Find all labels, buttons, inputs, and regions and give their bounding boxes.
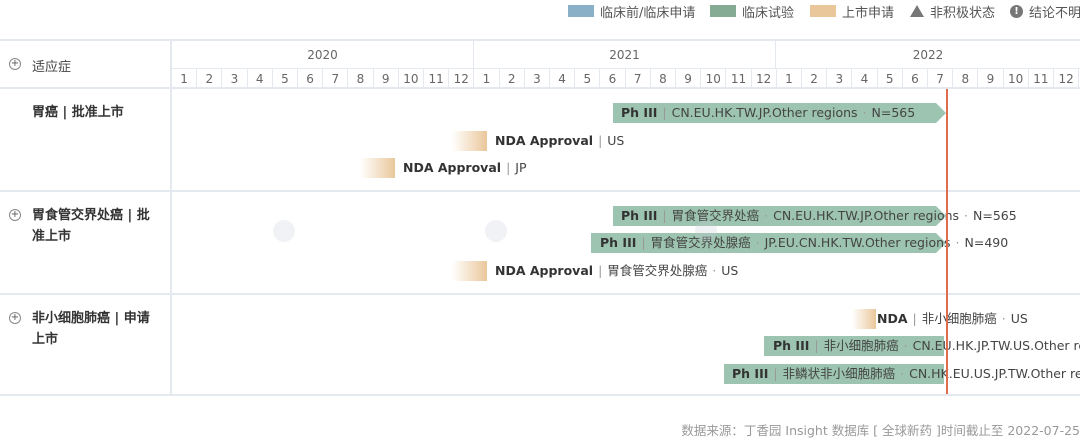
year-label: 2020 — [172, 41, 474, 69]
approval-label[interactable]: NDA Approval | 胃食管交界处腺癌 · US — [495, 261, 738, 281]
month-label: 6 — [600, 69, 626, 89]
month-label: 11 — [424, 69, 450, 89]
trial-label[interactable]: Ph III | 非鳞状非小细胞肺癌 · CN.HK.EU.US.JP.TW.Other… — [732, 364, 1080, 384]
data-source-note: 数据来源：丁香园 Insight 数据库 [ 全球新药 ]时间截止至 2022-… — [681, 423, 1080, 438]
watermark-logo-icon — [485, 220, 507, 242]
month-label: 4 — [852, 69, 878, 89]
month-label: 10 — [399, 69, 424, 89]
indication-section: + 非小细胞肺癌 | 申请上市 NDA | 非小细胞肺癌 · US Ph III | 非小细… — [0, 295, 1080, 396]
approval-label[interactable]: NDA Approval | JP — [403, 158, 527, 178]
today-line — [946, 89, 948, 394]
month-label: 1 — [777, 69, 802, 89]
watermark-logo-icon — [273, 220, 295, 242]
month-label: 6 — [298, 69, 324, 89]
listing-marker[interactable] — [452, 131, 487, 151]
month-label: 11 — [726, 69, 752, 89]
month-label: 9 — [374, 69, 399, 89]
month-label: 4 — [248, 69, 273, 89]
month-label: 8 — [651, 69, 676, 89]
month-label: 12 — [449, 69, 475, 89]
month-label: 9 — [676, 69, 702, 89]
legend-item-inactive[interactable]: 非积极状态 — [910, 3, 996, 21]
legend-label: 临床试验 — [742, 5, 795, 21]
month-label: 3 — [525, 69, 550, 89]
indication-label[interactable]: 非小细胞肺癌 | 申请上市 — [32, 308, 154, 350]
legend-label: 临床前/临床申请 — [600, 5, 696, 21]
month-axis: 1 2 3 4 5 6 7 8 9 10 11 12 1 2 3 4 5 6 7 8 9 10 11 12 1 2 3 4 5 6 7 8 9 1… — [172, 69, 1080, 89]
month-label: 7 — [323, 69, 349, 89]
exclamation-icon: ! — [1010, 4, 1023, 18]
indication-section: + 胃食管交界处癌 | 批准上市 Ph III | 胃食管交界处癌 · CN.EU.HK… — [0, 192, 1080, 295]
month-label: 1 — [474, 69, 500, 89]
month-label: 4 — [550, 69, 576, 89]
trial-label[interactable]: Ph III | 胃食管交界处癌 · CN.EU.HK.TW.JP.Other regi… — [621, 206, 1017, 226]
listing-marker[interactable] — [452, 261, 487, 281]
watermark-logo-icon — [695, 220, 717, 242]
month-label: 10 — [1004, 69, 1029, 89]
legend-label: 结论不明 — [1029, 5, 1080, 21]
month-label: 8 — [953, 69, 979, 89]
swatch-listing-icon — [810, 5, 836, 17]
month-label: 6 — [903, 69, 928, 89]
legend-item-unclear[interactable]: ! 结论不明 — [1010, 3, 1080, 21]
month-label: 9 — [978, 69, 1004, 89]
listing-marker[interactable] — [852, 309, 876, 329]
month-label: 2 — [500, 69, 525, 89]
listing-marker[interactable] — [360, 158, 395, 178]
year-label: 2022 — [912, 48, 944, 62]
trial-label[interactable]: Ph III | 非小细胞肺癌 · CN.EU.HK.JP.TW.US.Other re — [773, 336, 1080, 356]
bar-arrow-icon — [936, 103, 946, 123]
legend-label: 非积极状态 — [930, 5, 996, 21]
expand-icon[interactable]: + — [9, 209, 21, 221]
month-label: 5 — [273, 69, 298, 89]
approval-label[interactable]: NDA Approval | US — [495, 131, 624, 151]
year-axis: 2020 2021 2022 — [172, 41, 1080, 69]
month-label: 1 — [172, 69, 198, 89]
nda-label[interactable]: NDA | 非小细胞肺癌 · US — [877, 309, 1028, 329]
legend-item-clinical[interactable]: 临床试验 — [710, 3, 795, 21]
month-label: 12 — [1054, 69, 1080, 89]
legend: 临床前/临床申请 临床试验 上市申请 非积极状态 ! 结论不明 — [0, 0, 1080, 24]
expand-icon[interactable]: + — [9, 312, 21, 324]
month-label: 5 — [575, 69, 601, 89]
month-label: 3 — [827, 69, 853, 89]
trial-label[interactable]: Ph III | CN.EU.HK.TW.JP.Other regions · N=56… — [621, 103, 915, 123]
month-label: 11 — [1029, 69, 1054, 89]
month-label: 2 — [802, 69, 828, 89]
month-label: 8 — [348, 69, 374, 89]
swatch-preclinical-icon — [568, 5, 594, 17]
legend-item-preclinical[interactable]: 临床前/临床申请 — [568, 3, 696, 21]
triangle-icon — [910, 5, 924, 17]
indication-section: 胃癌 | 批准上市 Ph III | CN.EU.HK.TW.JP.Other re… — [0, 89, 1080, 192]
month-label: 10 — [701, 69, 727, 89]
indication-label[interactable]: 胃癌 | 批准上市 — [32, 102, 154, 123]
month-label: 12 — [752, 69, 777, 89]
month-label: 3 — [222, 69, 248, 89]
month-label: 2 — [197, 69, 223, 89]
month-label: 7 — [928, 69, 954, 89]
year-label: 2021 — [474, 41, 776, 69]
month-label: 5 — [878, 69, 903, 89]
timeline-chart: + 适应症 2020 2021 2022 1 2 3 4 5 6 7 8 9 10 11 12 1 2 3 4… — [0, 39, 1080, 396]
legend-item-listing[interactable]: 上市申请 — [810, 3, 895, 21]
indication-label[interactable]: 胃食管交界处癌 | 批准上市 — [32, 205, 154, 247]
swatch-clinical-icon — [710, 5, 736, 17]
month-label: 7 — [626, 69, 651, 89]
legend-label: 上市申请 — [842, 5, 895, 21]
